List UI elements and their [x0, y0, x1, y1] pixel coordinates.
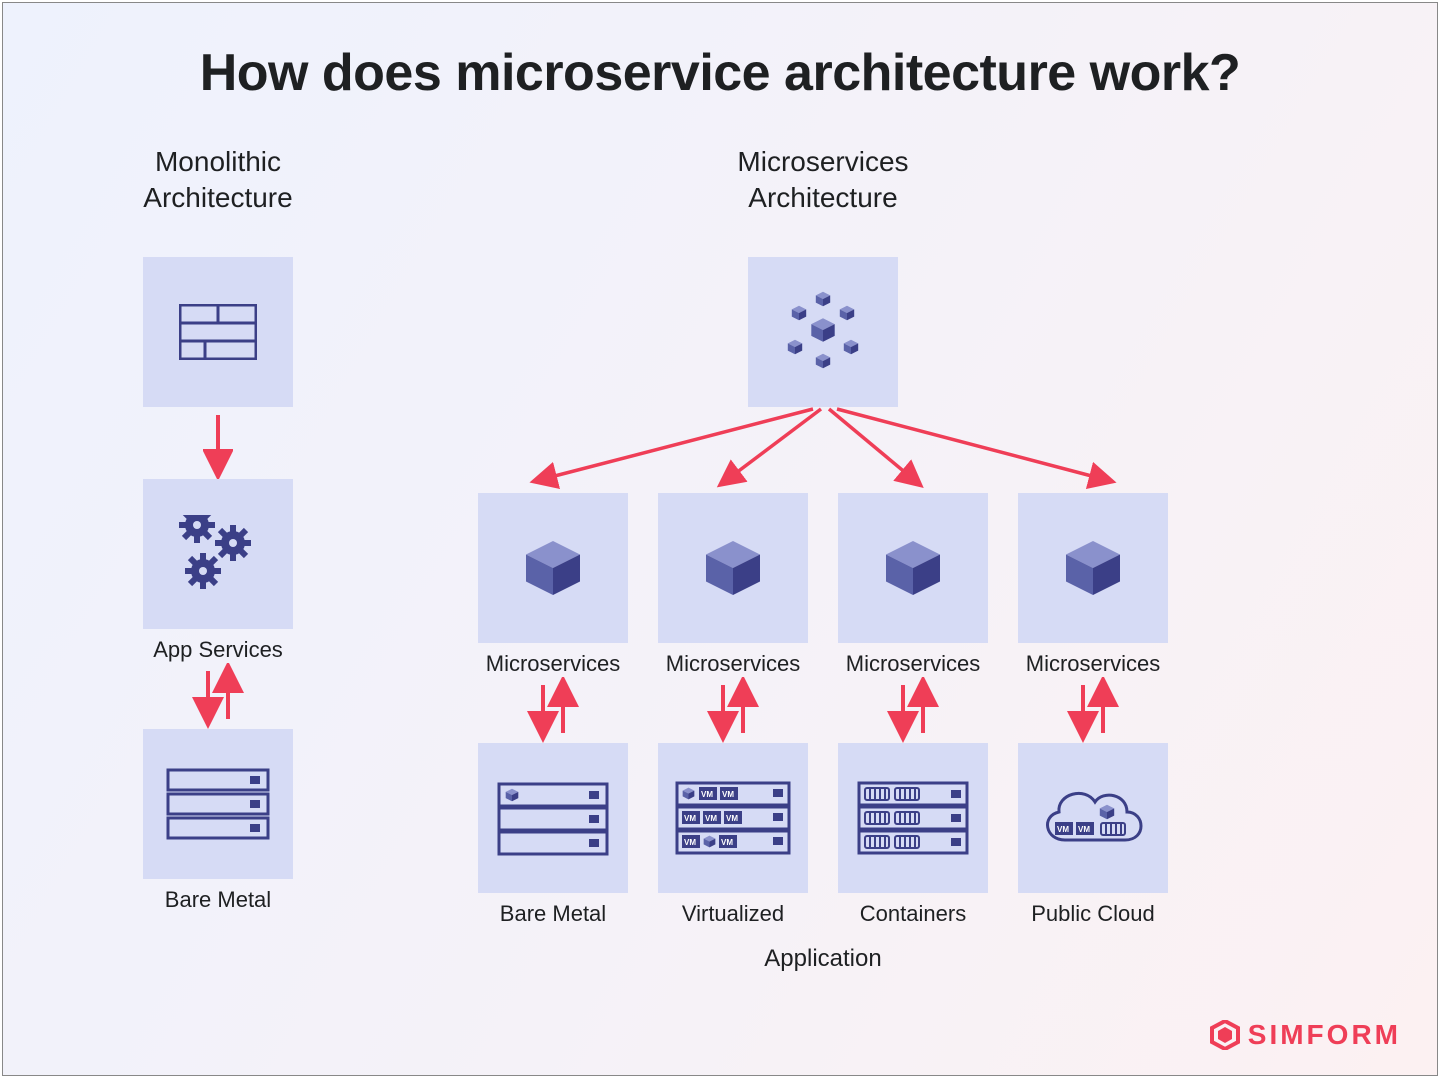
microservice-block-1: Microservices: [478, 493, 628, 677]
gears-icon: [173, 515, 263, 593]
vm-server-icon: VM VM VM VM VM VM VM: [675, 779, 791, 857]
cube-icon: [1063, 538, 1123, 598]
bare-metal-label: Bare Metal: [165, 887, 271, 913]
infra-block-public-cloud: VM VM Public Cloud: [1018, 743, 1168, 927]
server-icon: [497, 780, 609, 856]
infra-label: Bare Metal: [500, 901, 606, 927]
monolithic-column: MonolithicArchitecture: [143, 143, 293, 973]
microservices-title: MicroservicesArchitecture: [737, 143, 908, 217]
app-services-label: App Services: [153, 637, 283, 663]
infra-row: Bare Metal VM VM: [478, 743, 1168, 927]
brand-text: SIMFORM: [1248, 1019, 1401, 1051]
arrow-bidirectional-icon: [838, 677, 988, 743]
arrow-down-icon: [203, 407, 233, 479]
microservice-label: Microservices: [486, 651, 620, 677]
server-icon: [166, 768, 270, 840]
microservice-block-4: Microservices: [1018, 493, 1168, 677]
cube-icon: [703, 538, 763, 598]
microservices-column: MicroservicesArchitecture: [463, 143, 1183, 973]
bare-metal-tile: [143, 729, 293, 879]
monolithic-title: MonolithicArchitecture: [143, 143, 292, 217]
fanout-arrows: [463, 403, 1183, 493]
brand-logo: SIMFORM: [1210, 1019, 1401, 1051]
microservice-block-2: Microservices: [658, 493, 808, 677]
infra-block-bare-metal: Bare Metal: [478, 743, 628, 927]
infra-label: Public Cloud: [1031, 901, 1155, 927]
arrow-bidirectional-icon: [188, 663, 248, 729]
diagram-frame: How does microservice architecture work?…: [2, 2, 1438, 1076]
svg-text:VM: VM: [726, 814, 738, 823]
app-services-block: App Services: [143, 479, 293, 663]
bidir-arrow-row: [478, 677, 1168, 743]
microservice-label: Microservices: [1026, 651, 1160, 677]
microservice-label: Microservices: [666, 651, 800, 677]
cube-icon: [523, 538, 583, 598]
arrow-bidirectional-icon: [658, 677, 808, 743]
monolith-block-icon: [179, 304, 257, 360]
infra-block-containers: Containers: [838, 743, 988, 927]
microservice-label: Microservices: [846, 651, 980, 677]
cluster-cubes-icon: [773, 289, 873, 375]
app-services-tile: [143, 479, 293, 629]
svg-text:VM: VM: [684, 814, 696, 823]
arrow-bidirectional-icon: [1018, 677, 1168, 743]
brand-mark-icon: [1210, 1020, 1240, 1050]
page-title: How does microservice architecture work?: [43, 43, 1397, 103]
svg-text:VM: VM: [722, 790, 734, 799]
cube-icon: [883, 538, 943, 598]
svg-text:VM: VM: [684, 838, 696, 847]
monolithic-app-tile: [143, 257, 293, 407]
svg-text:VM: VM: [1078, 825, 1090, 834]
columns: MonolithicArchitecture: [43, 143, 1397, 973]
cloud-icon: VM VM: [1033, 776, 1153, 860]
infra-label: Virtualized: [682, 901, 784, 927]
infra-block-virtualized: VM VM VM VM VM VM VM: [658, 743, 808, 927]
svg-text:VM: VM: [1057, 825, 1069, 834]
arrow-bidirectional-icon: [478, 677, 628, 743]
svg-text:VM: VM: [701, 790, 713, 799]
application-row-label: Application: [764, 945, 881, 973]
svg-text:VM: VM: [705, 814, 717, 823]
microservice-block-3: Microservices: [838, 493, 988, 677]
bare-metal-block: Bare Metal: [143, 729, 293, 913]
microservices-cluster-tile: [748, 257, 898, 407]
container-server-icon: [857, 779, 969, 857]
svg-text:VM: VM: [721, 838, 733, 847]
infra-label: Containers: [860, 901, 966, 927]
microservice-row: Microservices Microservices Microservice…: [478, 493, 1168, 677]
